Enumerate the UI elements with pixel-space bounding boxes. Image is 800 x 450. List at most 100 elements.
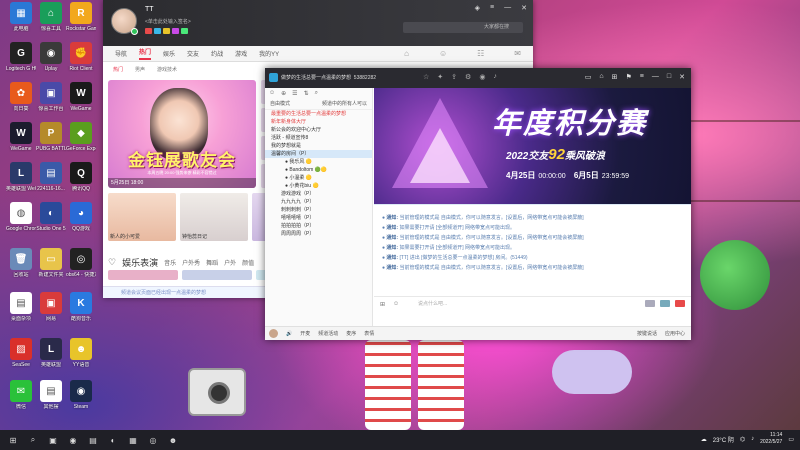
channel-list-item[interactable]: 九九九九（P） [265, 198, 372, 206]
app-icon[interactable]: ▦ [126, 433, 140, 447]
event-banner[interactable]: 年度积分赛 2022交友92乘风破浪 4月25日 00:00:00 6月5日 23:… [374, 88, 691, 204]
channel-list-item[interactable]: 游戏游戏（P） [265, 190, 372, 198]
subtab-game-tech[interactable]: 游戏技术 [157, 66, 177, 73]
add-icon[interactable]: ⊕ [281, 90, 286, 97]
app-icon[interactable]: ▤ [86, 433, 100, 447]
section-card[interactable] [182, 270, 252, 280]
gift-icon[interactable]: ✦ [437, 73, 443, 81]
desktop-icon[interactable]: W WeGame [66, 82, 96, 112]
tab-hot[interactable]: 热门 [139, 47, 152, 60]
tab-my-yy[interactable]: 我的YY [259, 49, 279, 58]
start-button[interactable]: ⊞ [6, 433, 20, 447]
desktop-icon[interactable]: ▤ 桌面杂项 [6, 292, 36, 322]
weather-text[interactable]: 23°C 阴 [713, 435, 734, 444]
desktop-icon[interactable]: ▣ 惊喜工作台 [36, 82, 66, 112]
task-view-icon[interactable]: ▣ [46, 433, 60, 447]
list-icon[interactable]: ☰ [292, 90, 297, 97]
home-icon[interactable]: ⌂ [404, 49, 409, 58]
sort-icon[interactable]: ⇅ [304, 90, 309, 97]
person-icon[interactable]: ☺ [269, 90, 275, 96]
stream-card[interactable]: 钟怡蕊日记 [180, 193, 248, 241]
channel-activity-button[interactable]: 频道活动 [318, 330, 338, 337]
section-tab[interactable]: 户外 [224, 258, 236, 267]
app-icon[interactable]: ☻ [166, 433, 180, 447]
channel-list-item[interactable]: 最重要的生活总要一点温柔的梦想 [265, 110, 372, 118]
channel-list-item[interactable]: 拍拍拍拍（P） [265, 222, 372, 230]
medal-icon[interactable] [145, 28, 152, 34]
image-icon[interactable] [660, 300, 670, 307]
app-center-button[interactable]: 应用中心 [665, 330, 685, 337]
desktop-icon[interactable]: ▤ 224116-16... [36, 162, 66, 192]
medal-icon[interactable] [154, 28, 161, 34]
desktop-icon[interactable]: G Logitech G HUB [6, 42, 36, 72]
medal-icon[interactable] [172, 28, 179, 34]
desktop-icon[interactable]: ▦ 此电脑 [6, 2, 36, 32]
messages-icon[interactable]: ✉ [514, 49, 521, 58]
desktop-icon[interactable]: K 酷狗音乐 [66, 292, 96, 322]
screen-icon[interactable]: ▭ [585, 73, 592, 81]
skin-icon[interactable]: ◈ [475, 4, 480, 12]
gamepad-icon[interactable]: ⊞ [380, 301, 385, 308]
desktop-icon[interactable]: ✿ 向日葵 [6, 82, 36, 112]
medal-icon[interactable] [163, 28, 170, 34]
maximize-icon[interactable]: □ [667, 73, 671, 81]
desktop-icon[interactable]: Q 腾讯QQ [66, 162, 96, 192]
clothes-icon[interactable]: ⚑ [626, 73, 632, 81]
desktop-icon[interactable]: ◉ Steam [66, 380, 96, 410]
desktop-icon[interactable]: ✉ 微信 [6, 380, 36, 410]
subtab-male[interactable]: 男声 [135, 66, 145, 73]
channel-list-item[interactable]: 活跃 - 频道宣传8 [265, 134, 372, 142]
tab-battle[interactable]: 约战 [211, 49, 223, 58]
channel-list-item[interactable]: 我的梦想就是 [265, 142, 372, 150]
chat-bubble-icon[interactable] [645, 300, 655, 307]
search-input[interactable]: 大家都在搜 [403, 22, 523, 33]
channel-list-item[interactable]: 刺刺刺刺（P） [265, 206, 372, 214]
desktop-icon[interactable]: ◆ GeForce Experience [66, 122, 96, 152]
emoji-button[interactable]: 表情 [364, 330, 374, 337]
home-icon[interactable]: ⌂ [599, 73, 603, 81]
section-tab[interactable]: 户外秀 [182, 258, 200, 267]
network-icon[interactable]: ⌬ [740, 436, 745, 443]
tab-social[interactable]: 交友 [187, 49, 199, 58]
tab-nav[interactable]: 导航 [115, 49, 127, 58]
desktop-icon[interactable]: ◕ QQ游戏 [66, 202, 96, 232]
channel-list-item[interactable]: ● 小温柔 🟡 [265, 174, 372, 182]
subtab-hot[interactable]: 热门 [113, 66, 123, 73]
chat-input[interactable]: 说点什么吧... [418, 300, 618, 309]
channel-list-item[interactable]: 嘻嘻嘻嘻（P） [265, 214, 372, 222]
gamepad-icon[interactable]: ⊞ [612, 73, 618, 81]
desktop-icon[interactable]: L 英雄联盟 [36, 338, 66, 368]
minimize-icon[interactable]: — [504, 4, 511, 12]
group-icon[interactable]: ☷ [477, 49, 484, 58]
section-tab[interactable]: 音乐 [164, 258, 176, 267]
mic-queue-button[interactable]: 麦序 [346, 330, 356, 337]
featured-banner[interactable]: 金钰展歌友会 本周五晚 20:00 强势来袭 精彩不容错过 5月25日 18:0… [108, 80, 256, 188]
emoji-icon[interactable]: ☺ [393, 301, 399, 308]
mic-icon[interactable] [675, 300, 685, 307]
desktop-icon[interactable]: ◎ obs64 - 快捷方式 [66, 248, 96, 278]
mode-label[interactable]: 自由模式 [270, 100, 290, 107]
settings-icon[interactable]: ⚙ [465, 73, 471, 81]
desktop-icon[interactable]: ▨ SeaSee [6, 338, 36, 368]
desktop-icon[interactable]: L 英雄联盟 WeGame版 [6, 162, 36, 192]
desktop-icon[interactable]: ◍ Google Chrome [6, 202, 36, 232]
search-icon[interactable]: ⌕ [26, 433, 40, 447]
channel-list-item[interactable]: 新年新身体大厅 [265, 118, 372, 126]
app-icon[interactable]: ◎ [146, 433, 160, 447]
record-icon[interactable]: ◉ [479, 73, 485, 81]
menu-icon[interactable]: ≡ [490, 4, 494, 12]
volume-icon[interactable]: 🔊 [286, 331, 292, 337]
menu-icon[interactable]: ≡ [640, 73, 644, 81]
channel-list-item[interactable]: ● 小黄花biu 🟡 [265, 182, 372, 190]
volume-icon[interactable]: ♪ [751, 436, 754, 442]
yy-channel-window[interactable]: 做梦的生活总要一点温柔的梦想 53882282 ☆ ✦ ⇪ ⚙ ◉ ♪ ▭ ⌂ … [265, 68, 691, 340]
channel-list-item[interactable]: 温馨的房间（P） [265, 150, 372, 158]
desktop-icon[interactable]: R Rockstar Games... [66, 2, 96, 32]
tab-entertainment[interactable]: 娱乐 [163, 49, 175, 58]
desktop-icon[interactable]: ▤ 其他摆 [36, 380, 66, 410]
app-icon[interactable]: ◉ [66, 433, 80, 447]
channel-list-item[interactable]: ● Bandoltom 🟢🟡 [265, 166, 372, 174]
bell-icon[interactable]: ♪ [493, 73, 497, 81]
desktop-icon[interactable]: ◐ Studio One 5 [36, 202, 66, 232]
share-icon[interactable]: ⇪ [451, 73, 457, 81]
